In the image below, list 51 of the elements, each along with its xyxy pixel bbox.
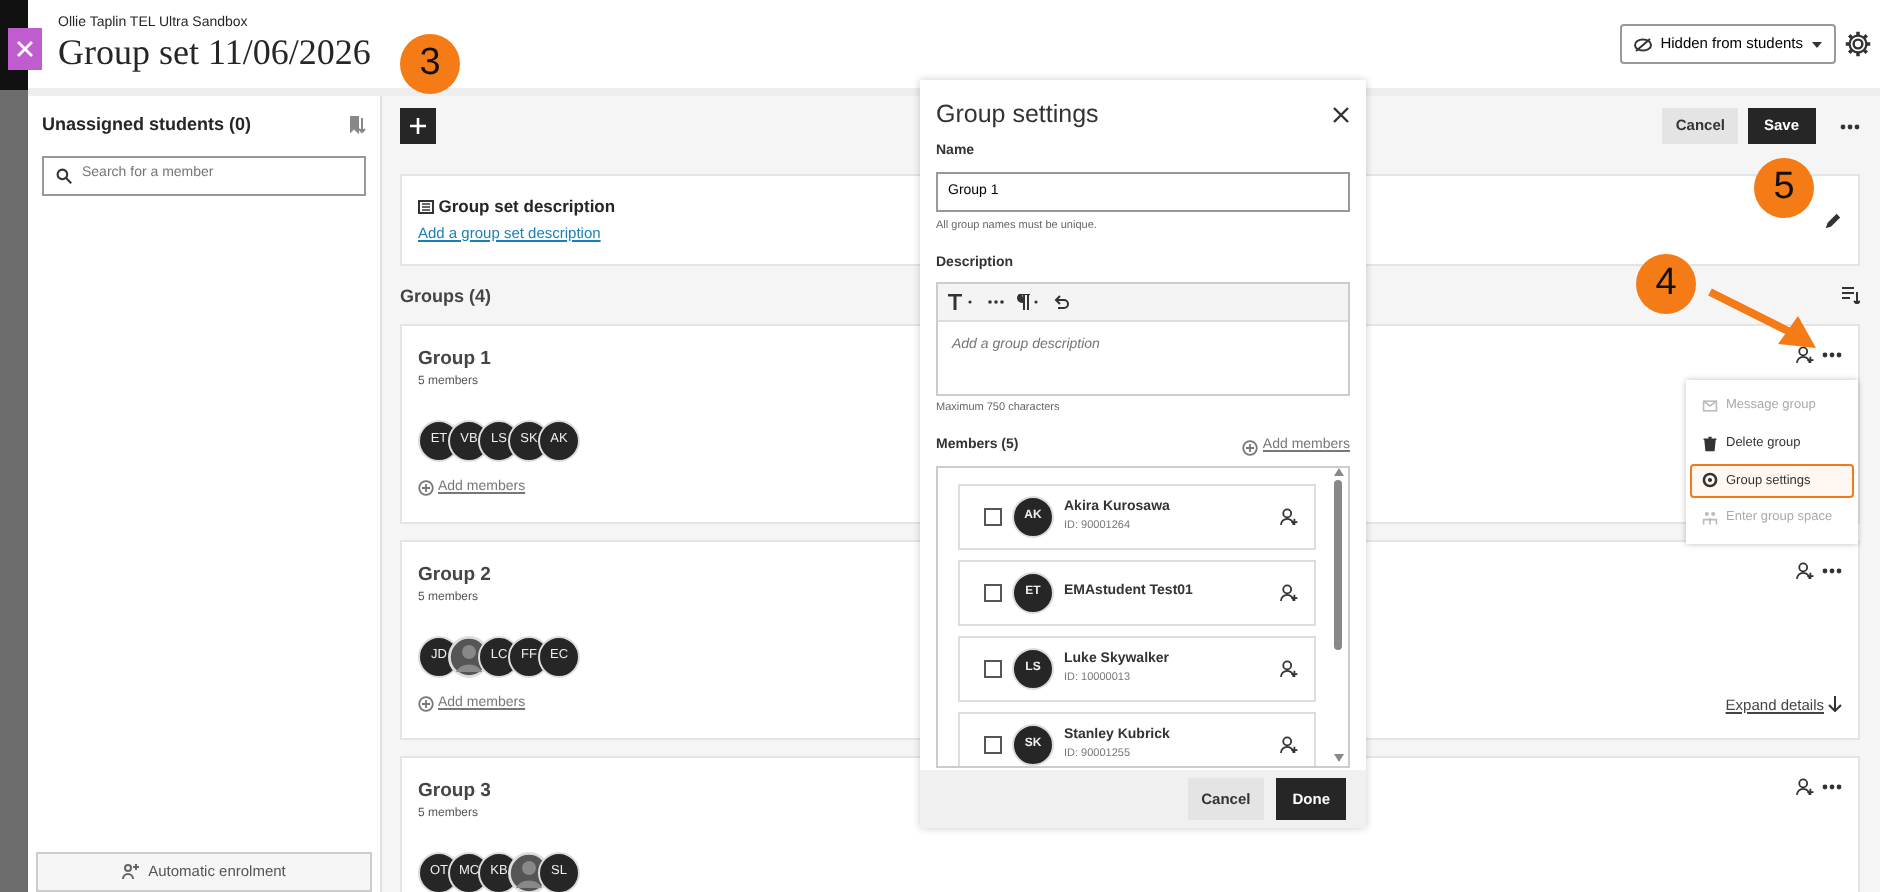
more-icon[interactable]	[1822, 567, 1842, 573]
add-member-icon[interactable]	[1280, 583, 1298, 602]
add-member-icon[interactable]	[1795, 345, 1813, 363]
scrollbar[interactable]	[1328, 467, 1348, 766]
search-icon	[56, 167, 72, 183]
more-icon[interactable]	[1840, 123, 1860, 129]
close-icon	[16, 40, 34, 58]
text-format-icon[interactable]	[948, 294, 976, 311]
more-icon[interactable]	[1822, 351, 1842, 357]
more-icon[interactable]	[988, 300, 1004, 305]
undo-icon[interactable]	[1054, 294, 1070, 311]
add-member-icon[interactable]	[1795, 561, 1813, 579]
group-icon	[1702, 510, 1718, 527]
plus-icon	[418, 480, 434, 496]
arrow-down-icon	[1828, 696, 1842, 713]
trash-icon	[1702, 435, 1718, 452]
sidebar-title: Unassigned students (0)	[42, 112, 252, 138]
add-member-icon[interactable]	[1280, 659, 1298, 678]
eye-slash-icon	[1634, 37, 1653, 51]
gear-icon	[1702, 472, 1718, 489]
add-group-button[interactable]	[400, 108, 436, 144]
more-icon[interactable]	[1822, 783, 1842, 789]
page-title: Group set 11/06/2026	[58, 34, 371, 75]
groups-heading: Groups (4)	[400, 284, 492, 310]
plus-icon	[410, 118, 426, 134]
scroll-down-icon[interactable]	[1333, 753, 1343, 762]
checkbox[interactable]	[984, 659, 1002, 678]
plus-icon	[1242, 439, 1259, 455]
edit-icon[interactable]	[1824, 211, 1842, 229]
caret-icon	[1811, 41, 1821, 47]
message-icon	[1702, 397, 1718, 414]
checkbox[interactable]	[984, 735, 1002, 754]
description-icon	[418, 199, 434, 214]
add-member-icon[interactable]	[1280, 507, 1298, 526]
group-name: Group 2	[418, 561, 491, 589]
close-button[interactable]	[8, 28, 42, 70]
close-icon[interactable]	[1332, 105, 1350, 124]
sort-icon[interactable]	[1842, 285, 1860, 304]
add-member-icon[interactable]	[1280, 735, 1298, 754]
group-name: Group 3	[418, 777, 491, 805]
description-title: Group set description	[438, 193, 616, 220]
paragraph-icon[interactable]	[1016, 294, 1042, 311]
plus-icon	[418, 696, 434, 713]
checkbox[interactable]	[984, 583, 1002, 602]
group-name: Group 1	[418, 345, 491, 373]
add-member-icon[interactable]	[1795, 777, 1813, 795]
add-person-icon	[122, 864, 141, 880]
dialog-title: Group settings	[936, 98, 1099, 132]
checkbox[interactable]	[984, 507, 1002, 526]
settings-icon[interactable]	[1844, 30, 1872, 58]
arrow-drawing	[1706, 288, 1818, 352]
